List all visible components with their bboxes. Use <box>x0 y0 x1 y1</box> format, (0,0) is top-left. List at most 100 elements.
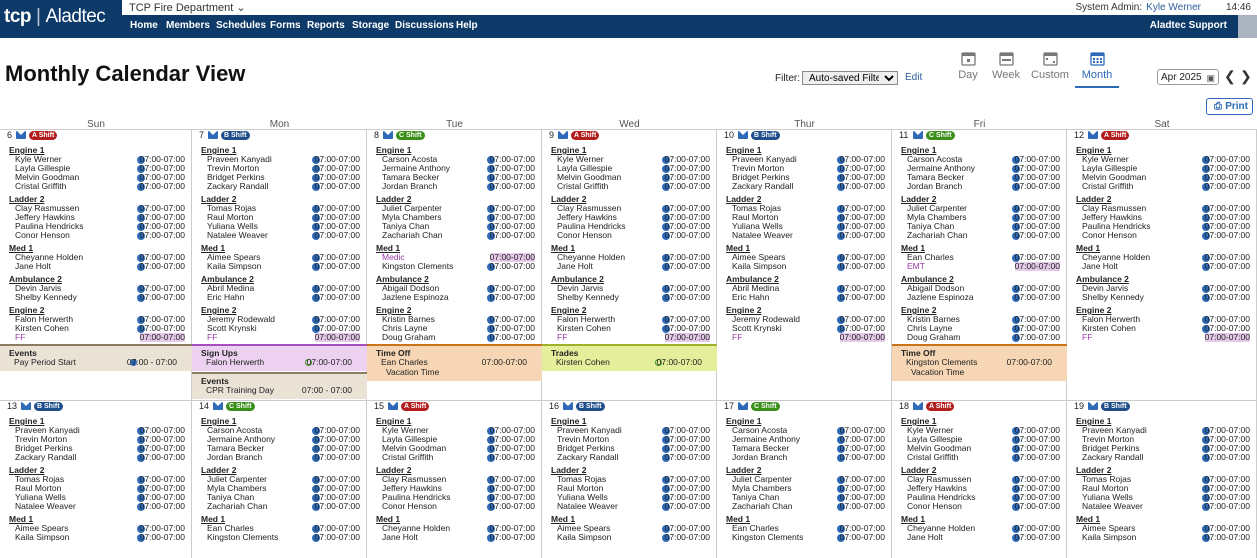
day-number[interactable]: 6 <box>7 131 12 140</box>
day-number[interactable]: 8 <box>374 131 379 140</box>
staff-row[interactable]: Zackary Randall 07:00-07:00 <box>1076 453 1256 462</box>
user-avatar[interactable] <box>1238 15 1257 38</box>
nav-reports[interactable]: Reports <box>307 20 345 31</box>
staff-row[interactable]: FF 07:00-07:00 <box>551 333 716 342</box>
day-number[interactable]: 13 <box>7 402 17 411</box>
envelope-icon[interactable] <box>21 402 31 410</box>
staff-row[interactable]: Jane Holt 07:00-07:00 <box>9 262 191 271</box>
staff-row[interactable]: Kingston Clements 07:00-07:00 <box>376 262 541 271</box>
nav-aladtec-support[interactable]: Aladtec Support <box>1150 20 1227 31</box>
staff-row[interactable]: Jordan Branch 07:00-07:00 <box>726 453 891 462</box>
staff-row[interactable]: Conor Henson 07:00-07:00 <box>1076 231 1256 240</box>
day-number[interactable]: 18 <box>899 402 909 411</box>
day-number[interactable]: 17 <box>724 402 734 411</box>
staff-row[interactable]: Natalee Weaver 07:00-07:00 <box>201 231 366 240</box>
day-number[interactable]: 12 <box>1074 131 1084 140</box>
envelope-icon[interactable] <box>1088 402 1098 410</box>
day-number[interactable]: 19 <box>1074 402 1084 411</box>
event-block[interactable]: Trades Kirsten Cohen 07:00-07:00 <box>542 344 717 371</box>
next-month-arrow[interactable]: ❯ <box>1240 68 1252 85</box>
staff-row[interactable]: Cristal Griffith 07:00-07:00 <box>376 453 541 462</box>
nav-discussions[interactable]: Discussions <box>395 20 454 31</box>
staff-row[interactable]: Jazlene Espinoza 07:00-07:00 <box>901 293 1066 302</box>
envelope-icon[interactable] <box>558 131 568 139</box>
envelope-icon[interactable] <box>16 131 26 139</box>
nav-forms[interactable]: Forms <box>270 20 301 31</box>
staff-row[interactable]: Eric Hahn 07:00-07:00 <box>201 293 366 302</box>
staff-row[interactable]: Zackary Randall 07:00-07:00 <box>551 453 716 462</box>
view-custom[interactable]: Custom <box>1028 51 1072 81</box>
day-number[interactable]: 14 <box>199 402 209 411</box>
staff-row[interactable]: Kingston Clements 07:00-07:00 <box>201 533 366 542</box>
staff-row[interactable]: Shelby Kennedy 07:00-07:00 <box>1076 293 1256 302</box>
day-number[interactable]: 9 <box>549 131 554 140</box>
envelope-icon[interactable] <box>383 131 393 139</box>
staff-row[interactable]: Natalee Weaver 07:00-07:00 <box>1076 502 1256 511</box>
staff-row[interactable]: Conor Henson 07:00-07:00 <box>551 231 716 240</box>
staff-row[interactable]: Eric Hahn 07:00-07:00 <box>726 293 891 302</box>
envelope-icon[interactable] <box>563 402 573 410</box>
prev-month-arrow[interactable]: ❮ <box>1224 68 1236 85</box>
month-picker[interactable]: Apr 2025 ▣ <box>1157 69 1219 85</box>
staff-row[interactable]: Jazlene Espinoza 07:00-07:00 <box>376 293 541 302</box>
staff-row[interactable]: FF 07:00-07:00 <box>201 333 366 342</box>
nav-home[interactable]: Home <box>130 20 158 31</box>
staff-row[interactable]: Cristal Griffith 07:00-07:00 <box>1076 182 1256 191</box>
staff-row[interactable]: Jane Holt 07:00-07:00 <box>901 533 1066 542</box>
nav-storage[interactable]: Storage <box>352 20 389 31</box>
staff-row[interactable]: Kingston Clements 07:00-07:00 <box>726 533 891 542</box>
staff-row[interactable]: Jane Holt 07:00-07:00 <box>376 533 541 542</box>
staff-row[interactable]: Zachariah Chan 07:00-07:00 <box>376 231 541 240</box>
staff-row[interactable]: Zachariah Chan 07:00-07:00 <box>901 231 1066 240</box>
event-block[interactable]: Time Off Ean Charles 07:00-07:00 Vacation T… <box>367 344 542 381</box>
staff-row[interactable]: Jane Holt 07:00-07:00 <box>1076 262 1256 271</box>
staff-row[interactable]: EMT 07:00-07:00 <box>901 262 1066 271</box>
filter-select[interactable]: Auto-saved Filter <box>802 71 898 85</box>
view-month[interactable]: Month <box>1075 51 1119 88</box>
staff-row[interactable]: FF 07:00-07:00 <box>1076 333 1256 342</box>
staff-row[interactable]: Jane Holt 07:00-07:00 <box>551 262 716 271</box>
envelope-icon[interactable] <box>213 402 223 410</box>
envelope-icon[interactable] <box>738 402 748 410</box>
staff-row[interactable]: Conor Henson 07:00-07:00 <box>9 231 191 240</box>
envelope-icon[interactable] <box>388 402 398 410</box>
sysadmin-user-link[interactable]: Kyle Werner <box>1146 2 1201 13</box>
envelope-icon[interactable] <box>1088 131 1098 139</box>
nav-schedules[interactable]: Schedules <box>216 20 266 31</box>
staff-row[interactable]: Conor Henson 07:00-07:00 <box>901 502 1066 511</box>
envelope-icon[interactable] <box>913 402 923 410</box>
staff-row[interactable]: Natalee Weaver 07:00-07:00 <box>9 502 191 511</box>
org-selector[interactable]: TCP Fire Department ⌄ <box>129 1 246 14</box>
staff-row[interactable]: Zackary Randall 07:00-07:00 <box>201 182 366 191</box>
staff-row[interactable]: Conor Henson 07:00-07:00 <box>376 502 541 511</box>
aladtec-logo[interactable]: tcp | Aladtec <box>4 6 106 28</box>
day-number[interactable]: 16 <box>549 402 559 411</box>
staff-row[interactable]: Shelby Kennedy 07:00-07:00 <box>9 293 191 302</box>
staff-row[interactable]: Kaila Simpson 07:00-07:00 <box>9 533 191 542</box>
staff-row[interactable]: Cristal Griffith 07:00-07:00 <box>9 182 191 191</box>
staff-row[interactable]: Doug Graham 07:00-07:00 <box>376 333 541 342</box>
nav-help[interactable]: Help <box>456 20 478 31</box>
staff-row[interactable]: Jordan Branch 07:00-07:00 <box>376 182 541 191</box>
nav-members[interactable]: Members <box>166 20 210 31</box>
filter-edit-link[interactable]: Edit <box>905 72 922 83</box>
staff-row[interactable]: Natalee Weaver 07:00-07:00 <box>726 231 891 240</box>
event-block[interactable]: Time Off Kingston Clements 07:00-07:00 Vaca… <box>892 344 1067 381</box>
envelope-icon[interactable] <box>208 131 218 139</box>
staff-row[interactable]: Kaila Simpson 07:00-07:00 <box>201 262 366 271</box>
staff-row[interactable]: Kaila Simpson 07:00-07:00 <box>1076 533 1256 542</box>
day-number[interactable]: 15 <box>374 402 384 411</box>
staff-row[interactable]: Zachariah Chan 07:00-07:00 <box>726 502 891 511</box>
day-number[interactable]: 11 <box>899 131 908 140</box>
staff-row[interactable]: Doug Graham 07:00-07:00 <box>901 333 1066 342</box>
day-number[interactable]: 7 <box>199 131 204 140</box>
staff-row[interactable]: Jordan Branch 07:00-07:00 <box>201 453 366 462</box>
staff-row[interactable]: Kaila Simpson 07:00-07:00 <box>551 533 716 542</box>
event-block[interactable]: Sign Ups Falon Herwerth 07:00-07:00 <box>192 344 367 371</box>
staff-row[interactable]: Cristal Griffith 07:00-07:00 <box>901 453 1066 462</box>
staff-row[interactable]: Natalee Weaver 07:00-07:00 <box>551 502 716 511</box>
envelope-icon[interactable] <box>738 131 748 139</box>
staff-row[interactable]: FF 07:00-07:00 <box>726 333 891 342</box>
staff-row[interactable]: Shelby Kennedy 07:00-07:00 <box>551 293 716 302</box>
day-number[interactable]: 10 <box>724 131 734 140</box>
